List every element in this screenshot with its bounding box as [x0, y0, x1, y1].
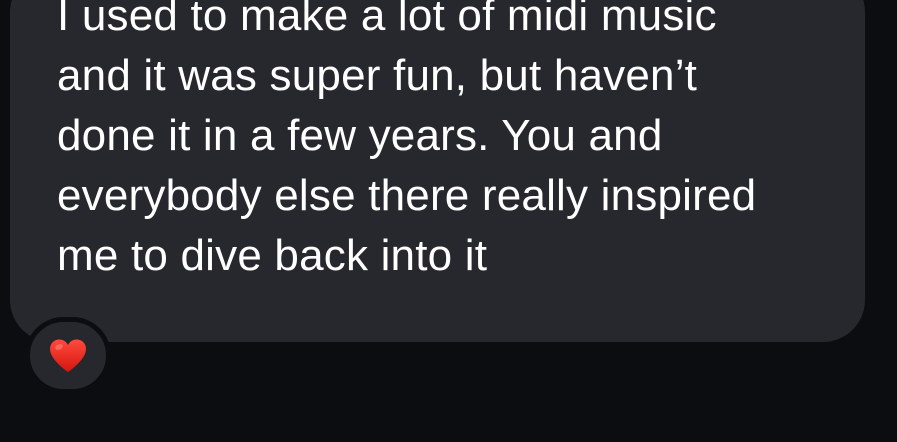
message-line: and it was super fun, but haven’t — [57, 51, 698, 100]
message-text: I used to make a lot of midi music and i… — [57, 0, 857, 286]
reaction-badge[interactable] — [25, 317, 111, 394]
red-heart-icon — [50, 339, 86, 372]
message-bubble[interactable]: I used to make a lot of midi music and i… — [10, 0, 865, 342]
message-line: me to dive back into it — [57, 231, 488, 280]
message-line: I used to make a lot of midi music — [57, 0, 717, 40]
chat-view: I used to make a lot of midi music and i… — [0, 0, 897, 442]
message-line: everybody else there really inspired — [57, 171, 757, 220]
message-line: done it in a few years. You and — [57, 111, 663, 160]
